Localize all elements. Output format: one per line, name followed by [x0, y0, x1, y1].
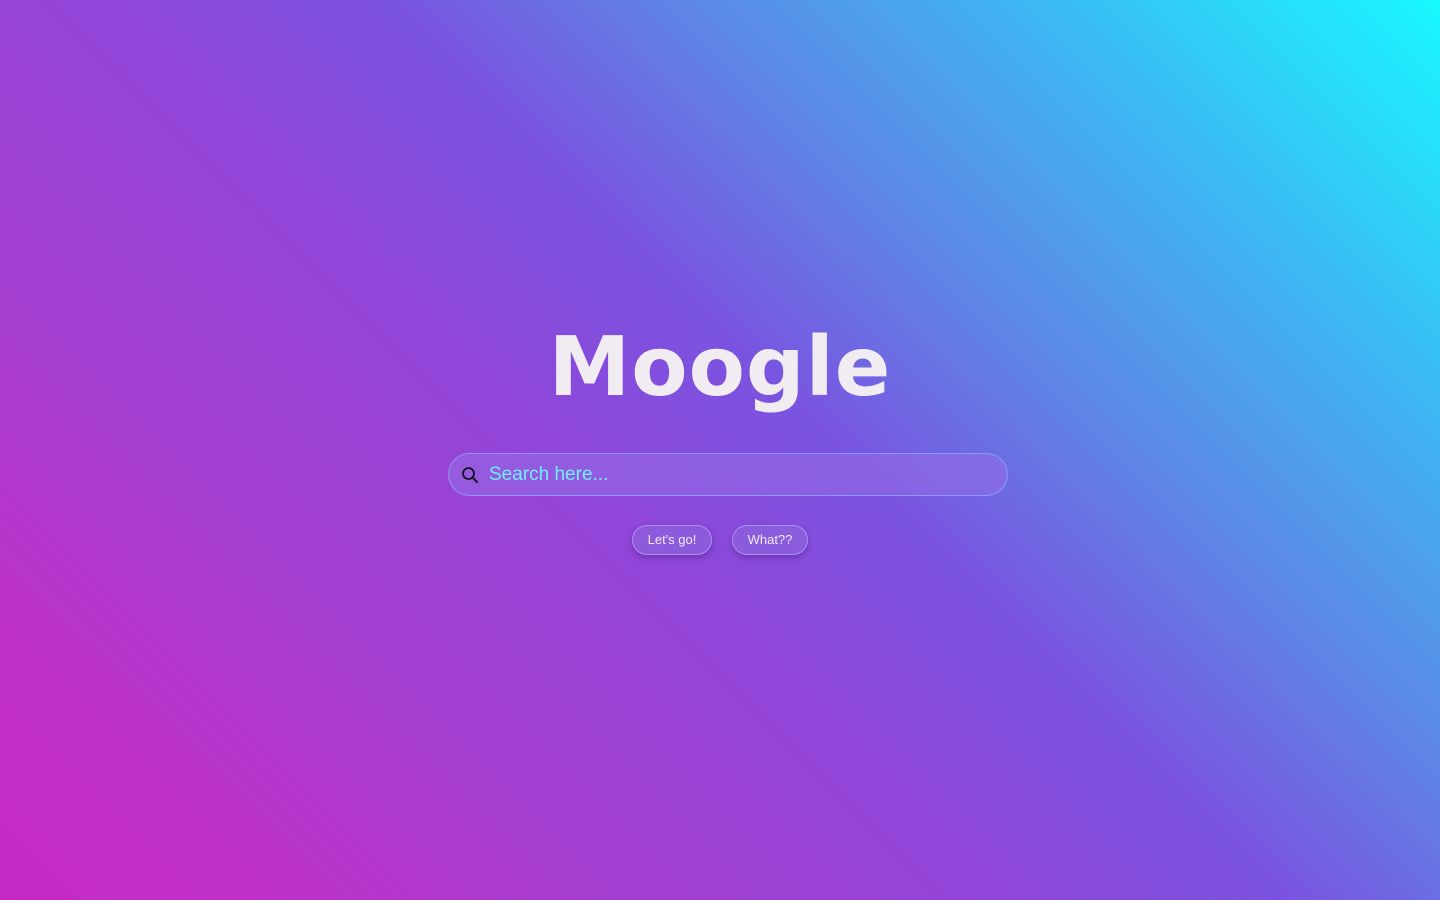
- site-logo: Moogle: [548, 320, 892, 415]
- search-icon: [461, 466, 479, 484]
- search-bar[interactable]: [448, 453, 1008, 496]
- what-button[interactable]: What??: [732, 525, 808, 555]
- search-home-page: Moogle Let's go! What??: [0, 0, 1440, 900]
- search-submit-button[interactable]: Let's go!: [632, 525, 712, 555]
- search-input[interactable]: [489, 454, 989, 495]
